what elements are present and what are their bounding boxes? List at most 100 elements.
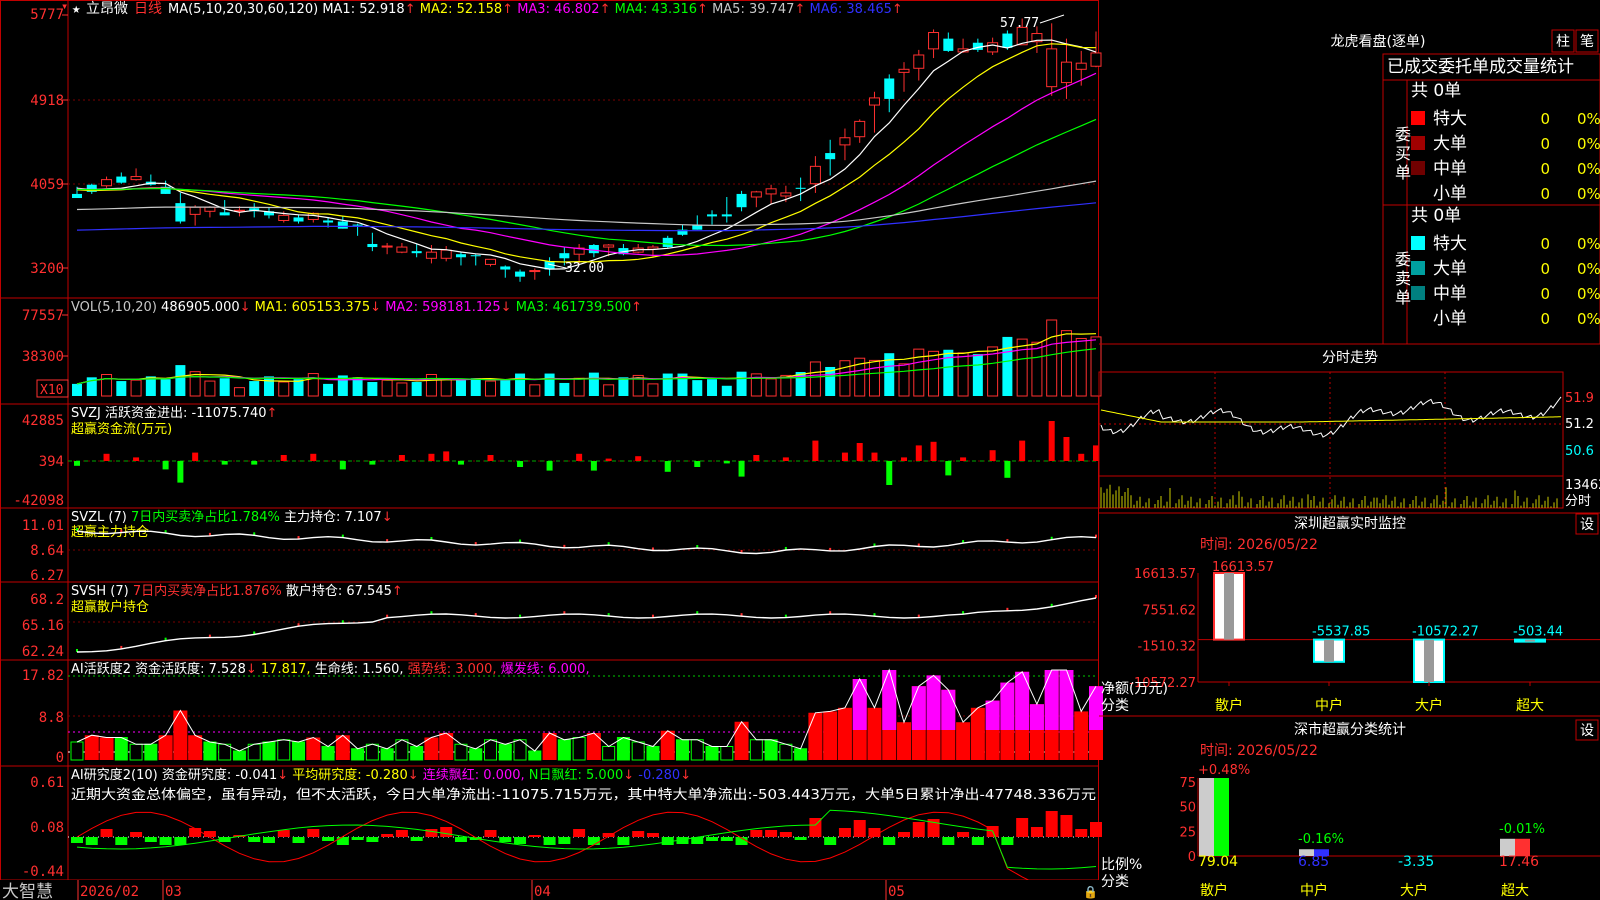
svzj-bar-up xyxy=(1048,421,1055,461)
research-bar-up xyxy=(1045,811,1058,837)
svzj-bar-down xyxy=(457,461,464,465)
svzj-bar-up xyxy=(841,452,848,461)
activity-bar xyxy=(262,741,276,761)
activity-bar xyxy=(660,730,675,760)
buy-label-char: 委 xyxy=(1395,125,1411,144)
svsh-legend-text: SVSH (7) 7日内买卖净占比1.876% 散户持仓: 67.545↑ xyxy=(71,583,403,599)
svsh-curve xyxy=(76,597,1097,653)
legend-entry: 平均研究度: -0.280 xyxy=(292,767,407,783)
monitor-bar-shade xyxy=(1525,639,1535,642)
ai-research-legend-text: AI研究度2(10) 资金研究度: -0.041↓ 平均研究度: -0.280↓… xyxy=(71,767,691,783)
right-panel: 龙虎看盘(逐单) 柱 笔 已成交委托单成交量统计 共 0单委买单特大 0 0%大单 0… xyxy=(1098,29,1600,899)
legend-arrow: ↑ xyxy=(631,300,642,315)
volume-bar-down xyxy=(470,378,481,396)
stats-value-label: -3.35 xyxy=(1398,854,1434,870)
legend-entry: MA1: 52.918 xyxy=(322,2,404,17)
intraday-frame xyxy=(1098,371,1564,509)
buy-size-label: 小单 xyxy=(1433,184,1467,204)
main-ytick: 4059 xyxy=(30,177,64,193)
svzj-ytick: -42098 xyxy=(13,493,64,509)
svzj-bar-up xyxy=(871,452,878,461)
volume-bar-down xyxy=(455,380,466,396)
monitor-bar xyxy=(1514,638,1546,643)
volume-bar-down xyxy=(736,371,747,396)
svzj-bar-up xyxy=(1093,445,1099,461)
sell-count: 0 xyxy=(1540,310,1550,328)
volume-bar-up xyxy=(233,387,245,397)
research-bar-up xyxy=(425,829,438,837)
buy-count: 0 xyxy=(1540,160,1550,178)
research-bar-up xyxy=(957,832,970,837)
candle-body-down xyxy=(943,38,954,51)
research-bar-up xyxy=(765,830,778,837)
sell-pct: 0% xyxy=(1577,235,1600,253)
volume-bar-up xyxy=(1046,319,1058,397)
svzl-legend-text: SVZL (7) 7日内买卖净占比1.784% 主力持仓: 7.107↓ xyxy=(71,509,393,525)
research-bar-up xyxy=(838,828,851,837)
svzl-ytick: 11.01 xyxy=(22,518,64,534)
research-bar-down xyxy=(971,837,984,845)
activity-bar xyxy=(188,735,203,760)
candle-body-up xyxy=(204,206,216,212)
legend-entry: SVSH (7) xyxy=(71,584,129,599)
activity-bar xyxy=(897,722,912,760)
stats-title: 深市超赢分类统计 xyxy=(1294,721,1406,738)
activity-bar xyxy=(705,746,719,761)
candle-body-down xyxy=(825,153,836,160)
svzj-bar-up xyxy=(635,456,642,461)
volume-bar-down xyxy=(943,349,954,396)
intraday-chart: 51.9 51.2 50.6 13462分时 xyxy=(1098,371,1600,509)
activity-bar xyxy=(410,746,424,761)
legend-entry: MA6: 38.465 xyxy=(810,2,892,17)
activity-bar xyxy=(542,733,557,760)
stats-category: 超大 xyxy=(1501,883,1529,899)
candle-body-up xyxy=(750,191,762,198)
legend-arrow: ↓ xyxy=(370,300,381,315)
volume-bar-up xyxy=(573,377,585,397)
research-bar-down xyxy=(85,837,98,845)
research-bar-down xyxy=(543,837,556,845)
stats-ytick: 75 xyxy=(1179,776,1196,791)
volume-bar-down xyxy=(662,373,673,396)
svsh-ytick: 62.24 xyxy=(22,644,64,660)
legend-arrow: ↓ xyxy=(501,300,512,315)
research-bar-up xyxy=(130,832,143,837)
activity-bar xyxy=(779,743,793,761)
monitor-value-label: -503.44 xyxy=(1513,625,1563,640)
research-bar-up xyxy=(395,830,408,837)
volume-bar-up xyxy=(485,380,497,397)
main-ytick: 4918 xyxy=(30,93,64,109)
legend-entry: MA1: 605153.375 xyxy=(255,300,370,315)
research-bar-up xyxy=(203,831,216,837)
candle-body-up xyxy=(529,270,541,273)
main-candles[interactable] xyxy=(72,18,1102,282)
research-bar-up xyxy=(307,829,320,837)
research-bar-down xyxy=(499,837,512,842)
svzj-bar-down xyxy=(694,461,701,467)
volume-bar-down xyxy=(588,372,599,396)
stats-category: 大户 xyxy=(1400,882,1428,899)
intraday-avg-line xyxy=(1100,409,1561,423)
svsh-ytick: 65.16 xyxy=(22,618,64,634)
candle-body-down xyxy=(72,193,82,199)
volume-bars xyxy=(72,319,1102,397)
candle-body-down xyxy=(721,214,732,217)
candle-body-down xyxy=(455,254,466,258)
monitor-ytick: 16613.57 xyxy=(1134,567,1196,582)
svzj-legend: SVZJ 活跃资金进出: -11075.740↑ 超赢资金流(万元) xyxy=(71,405,277,437)
candle-body-down xyxy=(367,243,378,248)
volume-bar-down xyxy=(175,365,186,396)
stock-chart-canvas[interactable]: 5777 4918 4059 3200 77557 38300 42885 39… xyxy=(0,0,1600,900)
volume-bar-up xyxy=(868,359,880,397)
svzj-bar-up xyxy=(1078,453,1085,461)
volume-ytick: 77557 xyxy=(22,308,64,324)
monitor-bar xyxy=(1313,638,1345,663)
legend-entry: 资金研究度: -0.041 xyxy=(162,767,277,783)
candle-body-down xyxy=(470,255,481,257)
research-bar-up xyxy=(1030,827,1043,837)
research-bar-down xyxy=(262,837,275,843)
svzj-bar-down xyxy=(590,461,597,471)
svzj-bar-up xyxy=(960,457,967,461)
legend-arrow: ↓ xyxy=(240,300,251,315)
activity-bar xyxy=(84,735,99,760)
